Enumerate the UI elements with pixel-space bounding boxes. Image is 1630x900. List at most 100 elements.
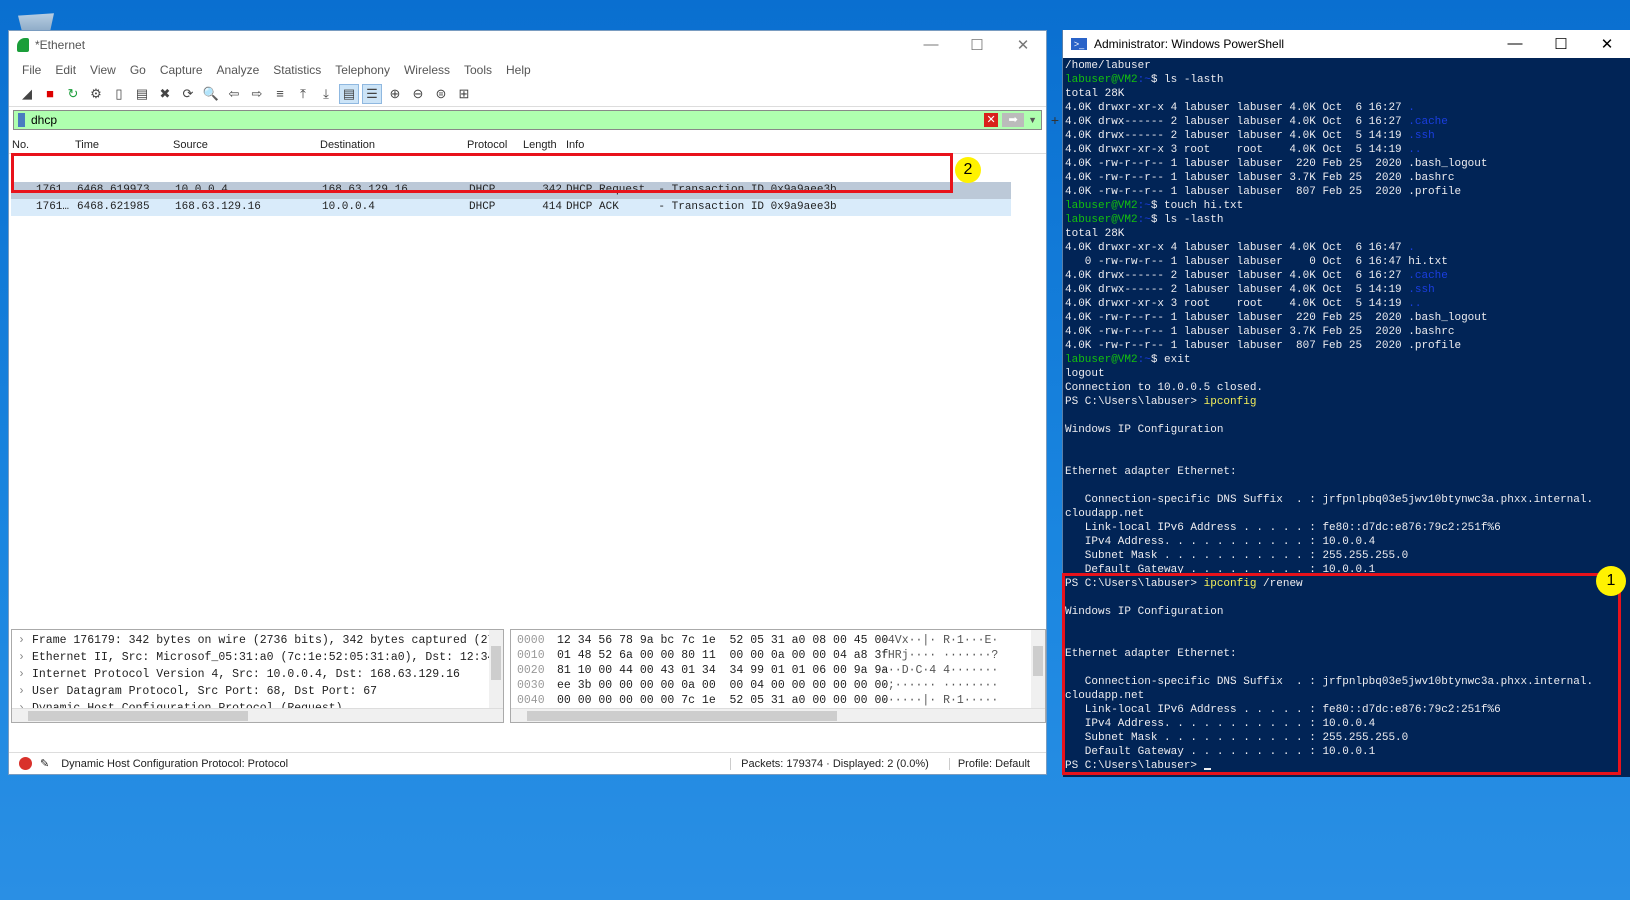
terminal-text: IPv4 Address. . . . . . . . . . . : 10.0… [1065,536,1376,548]
normal-size-icon[interactable]: ⊜ [431,84,451,104]
go-to-packet-icon[interactable]: ≡ [270,84,290,104]
terminal-line: labuser@VM2:~$ exit [1065,353,1630,367]
column-destination[interactable]: Destination [320,139,375,151]
display-filter-input[interactable] [31,113,985,127]
hex-offset[interactable]: 0020 [511,663,551,678]
edit-comment-icon[interactable]: ✎ [40,757,49,770]
terminal-text: .ssh [1408,130,1435,142]
save-file-icon[interactable]: ▤ [132,84,152,104]
packet-info: DHCP ACK - Transaction ID 0x9a9aee3b [566,201,837,213]
zoom-out-icon[interactable]: ⊖ [408,84,428,104]
hex-ascii[interactable]: ······|· R·1····· [881,693,998,708]
menu-capture[interactable]: Capture [153,63,210,77]
hex-offset[interactable]: 0040 [511,693,551,708]
first-packet-icon[interactable]: ⤒ [293,84,313,104]
terminal-line: 4.0K -rw-r--r-- 1 labuser labuser 3.7K F… [1065,325,1630,339]
apply-filter-icon[interactable]: ➡ [1002,113,1025,127]
terminal-line: 4.0K drwx------ 2 labuser labuser 4.0K O… [1065,129,1630,143]
terminal-line: 4.0K drwx------ 2 labuser labuser 4.0K O… [1065,283,1630,297]
terminal-line: 4.0K -rw-r--r-- 1 labuser labuser 807 Fe… [1065,185,1630,199]
hex-row: 0010 01 48 52 6a 00 00 80 11 00 00 0a 00 … [511,648,1045,663]
column-no[interactable]: No. [12,139,29,151]
reload-icon[interactable]: ⟳ [178,84,198,104]
menu-analyze[interactable]: Analyze [210,63,267,77]
minimize-button[interactable]: — [908,36,954,54]
resize-columns-icon[interactable]: ⊞ [454,84,474,104]
column-info[interactable]: Info [566,139,584,151]
menu-view[interactable]: View [83,63,123,77]
bytes-vscroll[interactable] [1031,630,1045,708]
hex-bytes[interactable]: ee 3b 00 00 00 00 0a 00 00 04 00 00 00 0… [551,678,888,693]
menu-go[interactable]: Go [123,63,153,77]
bytes-hscroll[interactable] [511,708,1045,722]
close-file-icon[interactable]: ✖ [155,84,175,104]
restart-icon[interactable]: ↻ [63,84,83,104]
column-length[interactable]: Length [523,139,557,151]
wireshark-logo-icon [17,38,29,52]
detail-tree-item[interactable]: Internet Protocol Version 4, Src: 10.0.0… [12,666,503,683]
terminal-text: Windows IP Configuration [1065,424,1224,436]
terminal-line: Ethernet adapter Ethernet: [1065,465,1630,479]
options-gear-icon[interactable]: ⚙ [86,84,106,104]
forward-arrow-icon[interactable]: ⇨ [247,84,267,104]
autoscroll-icon[interactable]: ▤ [339,83,359,104]
detail-tree-item[interactable]: Frame 176179: 342 bytes on wire (2736 bi… [12,632,503,649]
hex-offset[interactable]: 0010 [511,648,551,663]
last-packet-icon[interactable]: ⤓ [316,84,336,104]
column-protocol[interactable]: Protocol [467,139,507,151]
minimize-button[interactable]: — [1492,35,1538,53]
hex-ascii[interactable]: ·;······ ········ [881,678,998,693]
terminal-text: $ ls -lasth [1150,214,1224,226]
hex-ascii[interactable]: ···D·C·4 4······· [881,663,998,678]
hex-offset[interactable]: 0030 [511,678,551,693]
terminal-text: 4.0K drwx------ 2 labuser labuser 4.0K O… [1065,270,1409,282]
shark-fin-start-icon[interactable]: ◢ [17,84,37,104]
zoom-in-icon[interactable]: ⊕ [385,84,405,104]
menu-wireless[interactable]: Wireless [397,63,457,77]
column-source[interactable]: Source [173,139,208,151]
hex-bytes[interactable]: 81 10 00 44 00 43 01 34 34 99 01 01 06 0… [551,663,888,678]
display-filter-bar: ✕ ➡ ▼ + [13,110,1059,130]
hex-bytes[interactable]: 12 34 56 78 9a bc 7c 1e 52 05 31 a0 08 0… [551,633,888,648]
menu-help[interactable]: Help [499,63,538,77]
terminal-text: /home/labuser [1065,60,1151,72]
open-file-icon[interactable]: ▯ [109,84,129,104]
maximize-button[interactable]: ☐ [1538,35,1584,53]
back-arrow-icon[interactable]: ⇦ [224,84,244,104]
close-button[interactable]: ✕ [1000,36,1046,54]
details-hscroll[interactable] [12,708,503,722]
column-time[interactable]: Time [75,139,99,151]
bookmark-icon[interactable] [18,113,25,127]
menu-tools[interactable]: Tools [457,63,499,77]
hex-ascii[interactable]: ·4Vx··|· R·1···E· [881,633,998,648]
capture-status-icon[interactable] [19,757,32,770]
colorize-icon[interactable]: ☰ [362,83,382,104]
maximize-button[interactable]: ☐ [954,36,1000,54]
menu-edit[interactable]: Edit [48,63,83,77]
packet-row[interactable]: 1761… 6468.621985 168.63.129.16 10.0.0.4 DHC… [11,199,1011,216]
recycle-bin-icon[interactable] [18,13,54,30]
hex-bytes[interactable]: 00 00 00 00 00 00 7c 1e 52 05 31 a0 00 0… [551,693,888,708]
menu-file[interactable]: File [15,63,48,77]
stop-icon[interactable]: ■ [40,84,60,104]
terminal-text: labuser@VM2 [1065,200,1138,212]
find-icon[interactable]: 🔍 [201,84,221,104]
terminal-text: . [1408,102,1415,114]
add-filter-button-icon[interactable]: + [1051,112,1059,128]
clear-filter-icon[interactable]: ✕ [984,113,999,127]
details-vscroll[interactable] [489,630,503,708]
menu-statistics[interactable]: Statistics [266,63,328,77]
detail-tree-item[interactable]: Ethernet II, Src: Microsof_05:31:a0 (7c:… [12,649,503,666]
packet-length: 414 [542,201,562,213]
terminal-line: Connection-specific DNS Suffix . : jrfpn… [1065,493,1630,507]
hex-ascii[interactable]: ·HRj···· ·······? [881,648,998,663]
hex-offset[interactable]: 0000 [511,633,551,648]
menu-telephony[interactable]: Telephony [328,63,397,77]
hex-bytes[interactable]: 01 48 52 6a 00 00 80 11 00 00 0a 00 00 0… [551,648,888,663]
status-profile[interactable]: Profile: Default [948,757,1030,770]
terminal-text: 4.0K drwxr-xr-x 4 labuser labuser 4.0K O… [1065,102,1409,114]
close-button[interactable]: ✕ [1584,35,1630,53]
packet-source: 168.63.129.16 [175,201,261,213]
filter-dropdown-icon[interactable]: ▼ [1028,115,1037,125]
detail-tree-item[interactable]: User Datagram Protocol, Src Port: 68, Ds… [12,683,503,700]
